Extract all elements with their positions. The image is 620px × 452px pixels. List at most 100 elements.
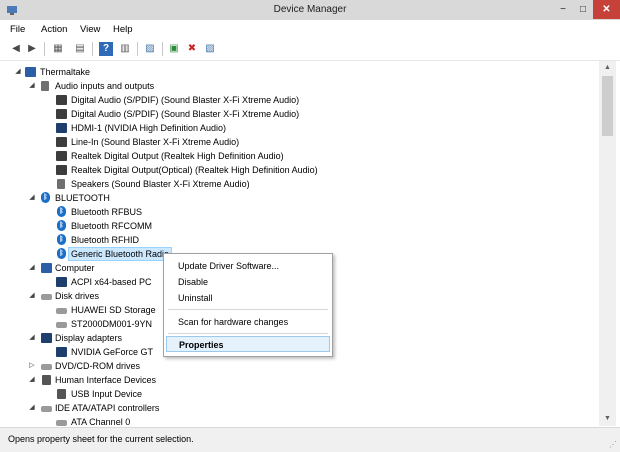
- scroll-down-icon[interactable]: ▼: [599, 412, 616, 426]
- back-icon[interactable]: ◀: [9, 42, 23, 56]
- toolbar: ◀ ▶ ▦ ▤ ? ▥ ▨ ▣ ✖ ▧: [0, 38, 620, 61]
- menu-item-label: Scan for hardware changes: [178, 317, 289, 327]
- menu-item-label: Properties: [179, 340, 224, 350]
- title-bar[interactable]: Device Manager − □ ✕: [0, 0, 620, 20]
- menu-item-disable[interactable]: Disable: [166, 274, 330, 290]
- category-label: IDE ATA/ATAPI controllers: [55, 403, 160, 413]
- maximize-button[interactable]: □: [573, 0, 593, 19]
- monitor-icon: [56, 123, 67, 133]
- collapse-icon[interactable]: ◢: [28, 261, 36, 275]
- expand-icon[interactable]: ▷: [28, 359, 36, 373]
- device-label: Line-In (Sound Blaster X-Fi Xtreme Audio…: [71, 137, 240, 147]
- device-label: Bluetooth RFCOMM: [71, 221, 153, 231]
- uninstall-icon[interactable]: ✖: [185, 42, 199, 56]
- menu-action[interactable]: Action: [41, 24, 67, 35]
- bluetooth-icon: ᛒ: [57, 206, 66, 217]
- status-text: Opens property sheet for the current sel…: [8, 434, 194, 444]
- device-label: ACPI x64-based PC: [71, 277, 152, 287]
- scrollbar-thumb[interactable]: [602, 76, 613, 136]
- window-title: Device Manager: [273, 4, 347, 15]
- disable-icon[interactable]: ▧: [203, 42, 217, 56]
- close-button[interactable]: ✕: [593, 0, 620, 19]
- device-tree[interactable]: ◢ Thermaltake ◢ Audio inputs and outputs…: [0, 61, 599, 426]
- collapse-icon[interactable]: ◢: [28, 331, 36, 345]
- collapse-icon[interactable]: ◢: [14, 65, 22, 79]
- display-adapter-icon: [41, 333, 52, 343]
- menu-file[interactable]: File: [10, 24, 25, 35]
- hid-icon: [42, 375, 51, 385]
- line-in-icon: [56, 137, 67, 147]
- menu-help[interactable]: Help: [113, 24, 133, 35]
- category-label: Human Interface Devices: [55, 375, 157, 385]
- collapse-icon[interactable]: ◢: [28, 373, 36, 387]
- scroll-up-icon[interactable]: ▲: [599, 61, 616, 75]
- update-driver-icon[interactable]: ▣: [167, 42, 181, 56]
- device-label: HDMI-1 (NVIDIA High Definition Audio): [71, 123, 227, 133]
- menu-separator: [168, 333, 328, 334]
- toolbar-separator: [92, 42, 93, 56]
- audio-device-icon: [56, 165, 67, 175]
- menu-item-label: Uninstall: [178, 293, 213, 303]
- speaker-icon: [57, 179, 65, 189]
- speaker-icon: [41, 81, 49, 91]
- bluetooth-icon: ᛒ: [57, 234, 66, 245]
- help-icon[interactable]: ?: [99, 42, 113, 56]
- category-label: DVD/CD-ROM drives: [55, 361, 141, 371]
- vertical-scrollbar[interactable]: ▲ ▼: [599, 61, 616, 426]
- category-label: Audio inputs and outputs: [55, 81, 155, 91]
- device-label: Generic Bluetooth Radio: [68, 247, 173, 261]
- device-label: Realtek Digital Output (Realtek High Def…: [71, 151, 284, 161]
- category-label: Display adapters: [55, 333, 123, 343]
- computer-icon: [56, 277, 67, 287]
- collapse-icon[interactable]: ◢: [28, 289, 36, 303]
- ide-controller-icon: [41, 406, 52, 412]
- disk-icon: [56, 308, 67, 314]
- device-label: Digital Audio (S/PDIF) (Sound Blaster X-…: [71, 95, 300, 105]
- computer-icon: [25, 67, 36, 77]
- resize-grip-icon[interactable]: ⋰: [609, 440, 617, 449]
- bluetooth-icon: ᛒ: [41, 192, 50, 203]
- menu-bar: File Action View Help: [0, 20, 620, 39]
- collapse-icon[interactable]: ◢: [28, 401, 36, 415]
- collapse-icon[interactable]: ◢: [28, 191, 36, 205]
- device-label: Bluetooth RFHID: [71, 235, 140, 245]
- usb-input-icon: [57, 389, 66, 399]
- toolbar-separator: [137, 42, 138, 56]
- device-label: ATA Channel 0: [71, 417, 131, 426]
- computer-icon: [41, 263, 52, 273]
- toolbar-separator: [162, 42, 163, 56]
- status-bar: Opens property sheet for the current sel…: [0, 427, 620, 452]
- minimize-button[interactable]: −: [553, 0, 573, 19]
- menu-item-label: Disable: [178, 277, 209, 287]
- audio-device-icon: [56, 109, 67, 119]
- menu-item-uninstall[interactable]: Uninstall: [166, 290, 330, 306]
- bluetooth-icon: ᛒ: [57, 248, 66, 259]
- forward-icon[interactable]: ▶: [25, 42, 39, 56]
- ide-controller-icon: [56, 420, 67, 426]
- device-label: Bluetooth RFBUS: [71, 207, 143, 217]
- device-label: Digital Audio (S/PDIF) (Sound Blaster X-…: [71, 109, 300, 119]
- category-label: Computer: [55, 263, 95, 273]
- properties-icon[interactable]: ▤: [73, 42, 87, 56]
- audio-device-icon: [56, 151, 67, 161]
- audio-device-icon: [56, 95, 67, 105]
- menu-item-update-driver[interactable]: Update Driver Software...: [166, 258, 330, 274]
- menu-item-scan[interactable]: Scan for hardware changes: [166, 314, 330, 330]
- disk-icon: [41, 294, 52, 300]
- device-label: ST2000DM001-9YN: [71, 319, 153, 329]
- device-label: HUAWEI SD Storage: [71, 305, 156, 315]
- category-label: BLUETOOTH: [55, 193, 110, 203]
- device-manager-window: Device Manager − □ ✕ File Action View He…: [0, 0, 620, 452]
- collapse-icon[interactable]: ◢: [28, 79, 36, 93]
- view-icon[interactable]: ▥: [118, 42, 132, 56]
- device-label: USB Input Device: [71, 389, 143, 399]
- bluetooth-icon: ᛒ: [57, 220, 66, 231]
- scan-hardware-icon[interactable]: ▨: [143, 42, 157, 56]
- tree-root-label: Thermaltake: [40, 67, 91, 77]
- context-menu: Update Driver Software... Disable Uninst…: [163, 253, 333, 357]
- display-adapter-icon: [56, 347, 67, 357]
- show-hide-tree-icon[interactable]: ▦: [51, 42, 65, 56]
- menu-item-properties[interactable]: Properties: [166, 336, 330, 352]
- menu-view[interactable]: View: [80, 24, 100, 35]
- toolbar-separator: [44, 42, 45, 56]
